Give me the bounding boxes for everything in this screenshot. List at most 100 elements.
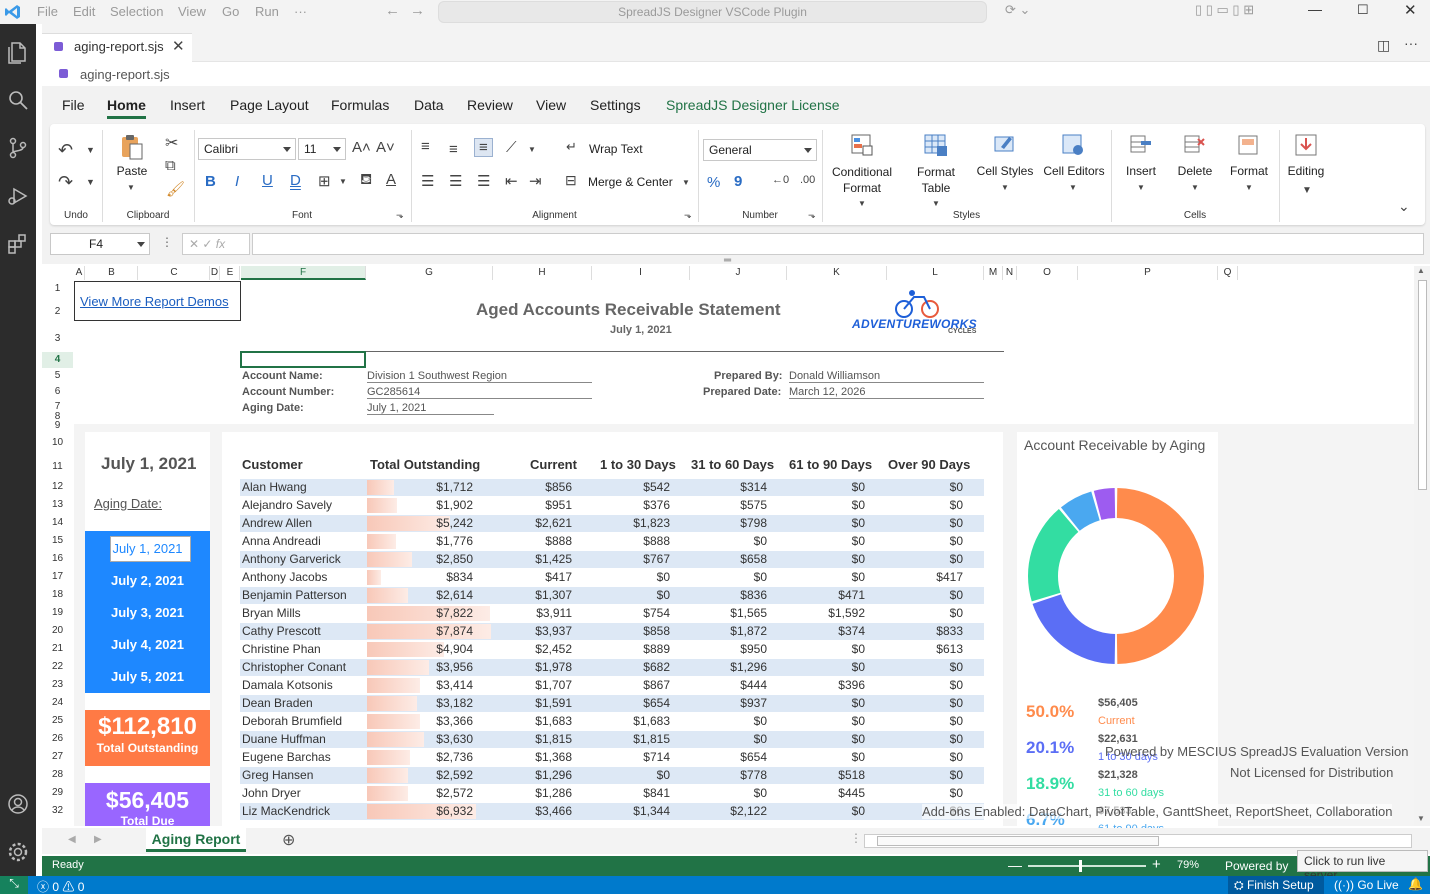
align-middle-icon[interactable]: ≡ bbox=[449, 141, 458, 158]
search-icon[interactable] bbox=[6, 88, 30, 112]
orientation-dropdown-icon[interactable]: ▼ bbox=[528, 145, 536, 154]
font-name-select[interactable]: Calibri bbox=[198, 138, 296, 160]
cell-styles-dropdown-icon[interactable]: ▼ bbox=[1001, 183, 1009, 192]
zoom-slider-thumb[interactable] bbox=[1079, 860, 1082, 872]
column-header-k[interactable]: K bbox=[787, 266, 887, 280]
vertical-scrollbar[interactable]: ▲ ▼ bbox=[1414, 266, 1430, 826]
selected-cell-f4[interactable] bbox=[240, 351, 366, 368]
row-header-32[interactable]: 32 bbox=[42, 802, 73, 820]
explorer-icon[interactable] bbox=[6, 40, 30, 64]
align-top-icon[interactable]: ≡ bbox=[421, 138, 430, 155]
align-left-icon[interactable]: ☰ bbox=[421, 172, 434, 190]
column-header-m[interactable]: M bbox=[984, 266, 1003, 280]
row-header-10[interactable]: 10 bbox=[42, 431, 73, 455]
back-arrow-icon[interactable]: ← bbox=[385, 2, 400, 19]
column-header-c[interactable]: C bbox=[139, 266, 210, 280]
row-header-2[interactable]: 2 bbox=[42, 297, 73, 326]
increase-font-icon[interactable]: A˄ bbox=[352, 139, 371, 156]
percent-icon[interactable]: % bbox=[707, 174, 720, 191]
tab-split-handle-icon[interactable]: ⋮ bbox=[850, 831, 862, 845]
finish-setup-button[interactable]: ⛭ Finish Setup bbox=[1234, 878, 1314, 893]
horizontal-scroll-thumb[interactable] bbox=[877, 836, 1159, 846]
menu-selection[interactable]: Selection bbox=[110, 4, 163, 19]
view-more-demos-link[interactable]: View More Report Demos bbox=[80, 294, 229, 309]
column-header-h[interactable]: H bbox=[493, 266, 592, 280]
prev-sheet-icon[interactable]: ◀ bbox=[68, 834, 76, 845]
column-header-n[interactable]: N bbox=[1003, 266, 1017, 280]
column-header-d[interactable]: D bbox=[210, 266, 220, 280]
row-header-21[interactable]: 21 bbox=[42, 640, 73, 658]
bold-icon[interactable]: B bbox=[205, 173, 216, 190]
cell-editors-icon[interactable] bbox=[1061, 133, 1085, 157]
editing-icon[interactable] bbox=[1294, 133, 1318, 157]
settings-gear-icon[interactable] bbox=[6, 840, 30, 864]
formula-input[interactable] bbox=[252, 233, 1424, 255]
format-painter-icon[interactable]: 🖌 bbox=[166, 180, 185, 198]
scroll-down-icon[interactable]: ▼ bbox=[1417, 814, 1425, 823]
fill-color-icon[interactable]: ⛾ bbox=[360, 171, 372, 190]
collapse-ribbon-icon[interactable]: ⌄ bbox=[1398, 198, 1410, 215]
horizontal-scrollbar[interactable] bbox=[864, 834, 1412, 848]
maximize-icon[interactable]: ☐ bbox=[1357, 2, 1369, 18]
italic-icon[interactable]: I bbox=[235, 173, 239, 190]
add-sheet-icon[interactable]: ⊕ bbox=[282, 830, 295, 850]
minimize-icon[interactable]: — bbox=[1308, 1, 1322, 17]
cell-editors-dropdown-icon[interactable]: ▼ bbox=[1069, 183, 1077, 192]
ribbon-tab-formulas[interactable]: Formulas bbox=[331, 97, 389, 113]
problems-indicator[interactable]: ⓧ 0 ⚠ 0 bbox=[37, 878, 84, 895]
row-header-28[interactable]: 28 bbox=[42, 766, 73, 784]
borders-icon[interactable]: ⊞ bbox=[318, 172, 331, 190]
ribbon-tab-settings[interactable]: Settings bbox=[590, 97, 641, 113]
cell-editors-button[interactable]: Cell Editors bbox=[1041, 164, 1107, 178]
date-option-5[interactable]: July 5, 2021 bbox=[85, 661, 210, 693]
undo-icon[interactable]: ↶ bbox=[58, 140, 73, 161]
row-header-14[interactable]: 14 bbox=[42, 514, 73, 532]
row-header-11[interactable]: 11 bbox=[42, 455, 73, 478]
ribbon-tab-data[interactable]: Data bbox=[414, 97, 444, 113]
format-cells-button[interactable]: Format bbox=[1229, 164, 1269, 178]
font-dialog-launcher-icon[interactable]: ⬎ bbox=[396, 210, 404, 221]
menu-more[interactable]: ··· bbox=[294, 4, 307, 19]
column-header-g[interactable]: G bbox=[366, 266, 493, 280]
conditional-format-button[interactable]: Conditional Format bbox=[826, 164, 898, 196]
comma-style-icon[interactable]: 9 bbox=[734, 173, 742, 190]
row-header-27[interactable]: 27 bbox=[42, 748, 73, 766]
copilot-icon[interactable]: ⟳ ⌄ bbox=[1005, 2, 1030, 18]
cell-styles-button[interactable]: Cell Styles bbox=[975, 164, 1035, 178]
delete-cells-icon[interactable] bbox=[1183, 133, 1207, 157]
column-header-p[interactable]: P bbox=[1078, 266, 1218, 280]
number-format-select[interactable]: General bbox=[703, 139, 817, 161]
ribbon-tab-license[interactable]: SpreadJS Designer License bbox=[666, 97, 840, 113]
cut-icon[interactable]: ✂ bbox=[165, 133, 178, 153]
column-header-i[interactable]: I bbox=[592, 266, 690, 280]
notifications-bell-icon[interactable]: 🔔 bbox=[1408, 877, 1423, 891]
row-header-25[interactable]: 25 bbox=[42, 712, 73, 730]
account-icon[interactable] bbox=[6, 792, 30, 816]
paste-button[interactable]: Paste bbox=[112, 164, 152, 178]
font-size-select[interactable]: 11 bbox=[298, 138, 346, 160]
zoom-slider[interactable] bbox=[1028, 865, 1146, 867]
close-window-icon[interactable]: ✕ bbox=[1404, 1, 1417, 19]
row-header-4[interactable]: 4 bbox=[42, 352, 73, 368]
column-header-a[interactable]: A bbox=[74, 266, 85, 280]
paste-icon[interactable] bbox=[120, 134, 144, 160]
column-header-f[interactable]: F bbox=[241, 266, 366, 280]
formula-actions[interactable]: ✕ ✓ fx bbox=[182, 233, 250, 255]
menu-go[interactable]: Go bbox=[222, 4, 239, 19]
insert-dropdown-icon[interactable]: ▼ bbox=[1137, 183, 1145, 192]
merge-dropdown-icon[interactable]: ▼ bbox=[682, 178, 690, 187]
row-header-15[interactable]: 15 bbox=[42, 532, 73, 550]
font-color-icon[interactable]: A bbox=[386, 171, 396, 188]
vertical-scroll-thumb[interactable] bbox=[1418, 280, 1427, 490]
go-live-button[interactable]: ((·)) Go Live bbox=[1334, 878, 1399, 892]
ribbon-tab-page-layout[interactable]: Page Layout bbox=[230, 97, 309, 113]
align-center-icon[interactable]: ☰ bbox=[449, 172, 462, 190]
paste-dropdown-icon[interactable]: ▼ bbox=[127, 183, 135, 192]
column-header-l[interactable]: L bbox=[887, 266, 984, 280]
copy-icon[interactable]: ⧉ bbox=[165, 157, 176, 174]
menu-view[interactable]: View bbox=[178, 4, 206, 19]
name-box[interactable]: F4 bbox=[50, 233, 150, 255]
command-center[interactable]: SpreadJS Designer VSCode Plugin bbox=[438, 1, 987, 23]
redo-icon[interactable]: ↷ bbox=[58, 172, 73, 193]
row-header-22[interactable]: 22 bbox=[42, 658, 73, 676]
